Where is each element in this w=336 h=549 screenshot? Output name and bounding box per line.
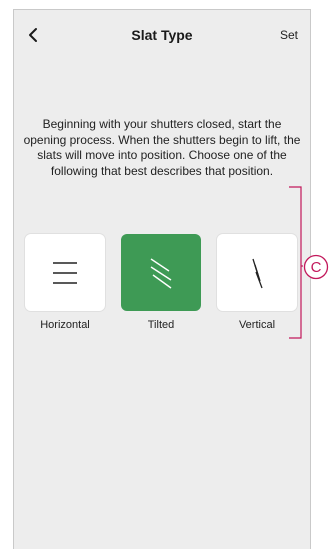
option-vertical[interactable]: Vertical bbox=[217, 234, 299, 331]
instructions-text: Beginning with your shutters closed, sta… bbox=[23, 117, 301, 178]
slat-type-options: Horizontal Tilted Vertical bbox=[25, 234, 301, 354]
option-tilted[interactable]: Tilted bbox=[121, 234, 203, 331]
horizontal-slats-icon bbox=[53, 261, 77, 284]
page-title: Slat Type bbox=[131, 27, 193, 43]
option-tile bbox=[217, 234, 297, 311]
set-button[interactable]: Set bbox=[280, 28, 298, 42]
callout-bracket bbox=[289, 186, 303, 339]
phone-screen: Slat Type Set Beginning with your shutte… bbox=[13, 9, 311, 549]
callout-letter: C bbox=[311, 259, 322, 276]
vertical-slats-icon bbox=[252, 258, 263, 288]
header-bar: Slat Type Set bbox=[14, 10, 310, 62]
option-label: Horizontal bbox=[40, 319, 90, 331]
option-label: Tilted bbox=[147, 319, 175, 331]
callout-label: C bbox=[303, 254, 329, 280]
option-label: Vertical bbox=[238, 319, 276, 331]
option-horizontal[interactable]: Horizontal bbox=[25, 234, 107, 331]
option-tile bbox=[25, 234, 105, 311]
callout-circle-icon: C bbox=[303, 254, 329, 280]
option-tile bbox=[121, 234, 201, 311]
tilted-slats-icon bbox=[150, 257, 172, 289]
